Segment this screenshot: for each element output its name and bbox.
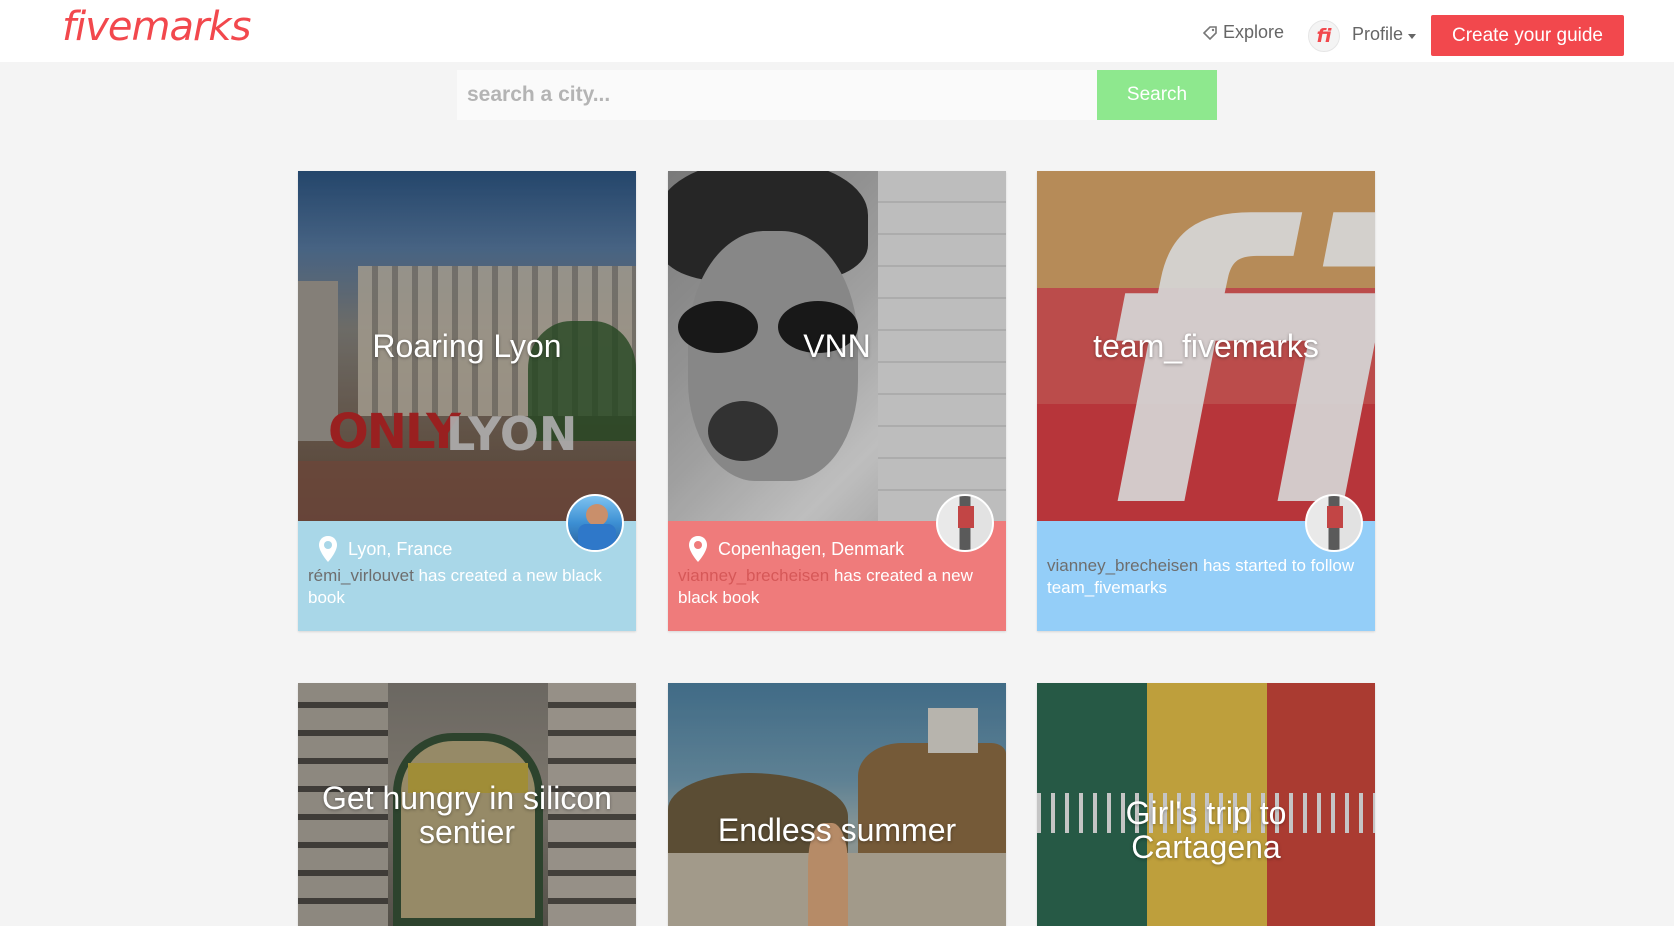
card-cover-image: ONLY LYON Roaring Lyon [298,171,636,521]
location-pin-icon [689,536,707,562]
card-title: Roaring Lyon [372,328,562,364]
user-link[interactable]: rémi_virlouvet [308,566,414,585]
beach-illustration [668,683,1006,926]
user-avatar[interactable]: fi [1308,20,1340,52]
card-cover-image: Get hungry in silicon sentier [298,683,636,926]
card-title: Endless summer [717,811,957,848]
profile-label: Profile [1352,24,1404,44]
search-city-input[interactable] [457,70,1097,120]
user-link[interactable]: vianney_brecheisen [678,566,829,585]
activity-text: rémi_virlouvet has created a new black b… [308,565,626,609]
author-avatar[interactable] [936,494,994,552]
guide-card[interactable]: Get hungry in silicon sentier [298,683,636,926]
fivemarks-logo[interactable]: fivemarks [62,4,251,50]
location-label: Lyon, France [348,539,453,559]
guide-card[interactable]: Endless summer [668,683,1006,926]
author-avatar[interactable] [1305,494,1363,552]
location-label: Copenhagen, Denmark [718,539,905,559]
explore-label: Explore [1223,22,1285,42]
location-pin-icon [319,536,337,562]
tag-icon [1203,25,1217,40]
create-guide-button[interactable]: Create your guide [1431,15,1624,56]
card-cover-image: VNN [668,171,1006,521]
card-title: Get hungry in silicon sentier [322,779,612,850]
guide-card[interactable]: VNN Copenhagen, Denmark vianney_brecheis… [668,171,1006,631]
chevron-down-icon [1408,33,1417,39]
card-title: Girl's trip to Cartagena [1125,794,1287,865]
guide-card[interactable]: Girl's trip to Cartagena [1037,683,1375,926]
top-navbar: fivemarks Explore fi Profile Create your… [0,0,1674,62]
card-title: team_fivemarks [1093,328,1319,364]
activity-text: vianney_brecheisen has created a new bla… [678,565,996,609]
explore-link[interactable]: Explore [1203,22,1284,43]
profile-dropdown[interactable]: Profile [1352,24,1417,45]
card-cover-image: Endless summer [668,683,1006,926]
activity-text: vianney_brecheisen has started to follow… [1047,555,1365,599]
card-cover-image: Girl's trip to Cartagena [1037,683,1375,926]
user-link[interactable]: vianney_brecheisen [1047,556,1198,575]
guide-card[interactable]: fi team_fivemarks vianney_brecheisen has… [1037,171,1375,631]
search-button[interactable]: Search [1097,70,1217,120]
card-title: VNN [803,328,871,364]
author-avatar[interactable] [566,494,624,552]
card-cover-image: fi team_fivemarks [1037,171,1375,521]
guide-card[interactable]: ONLY LYON Roaring Lyon Lyon, France rémi… [298,171,636,631]
